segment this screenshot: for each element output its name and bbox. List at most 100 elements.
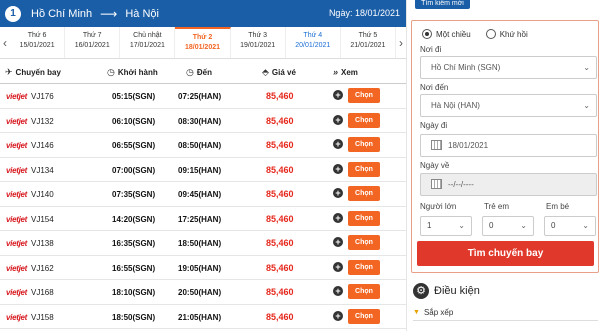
gear-icon: ⚙ <box>413 283 429 299</box>
choose-button[interactable]: Chọn <box>348 112 380 128</box>
one-way-radio[interactable]: Một chiều <box>422 29 471 39</box>
plus-icon[interactable]: + <box>333 163 343 174</box>
choose-button[interactable]: Chọn <box>348 235 380 250</box>
vietjet-logo: vietjet <box>6 141 28 150</box>
round-trip-radio[interactable]: Khứ hồi <box>485 29 528 39</box>
chevron-down-icon: ⌄ <box>583 63 590 72</box>
search-form: Một chiều Khứ hồi Nơi đi Hồ Chí Minh (SG… <box>411 20 599 273</box>
table-row: vietjet VJ140 07:35(SGN) 09:45(HAN) 85,460 + C… <box>0 182 406 207</box>
arrow-right-icon: ⟶ <box>100 6 118 21</box>
day-tab[interactable]: Thứ 4 20/01/2021 <box>286 27 341 58</box>
choose-button[interactable]: Chọn <box>348 161 380 177</box>
table-row: vietjet VJ132 06:10(SGN) 08:30(HAN) 85,460 + C… <box>0 109 406 133</box>
day-tab[interactable]: Thứ 5 21/01/2021 <box>341 27 396 58</box>
sort-toggle[interactable]: ▼ Sắp xếp <box>413 308 453 317</box>
infant-label: Em bé <box>546 202 570 211</box>
table-row: vietjet VJ154 14:20(SGN) 17:25(HAN) 85,460 + C… <box>0 207 406 231</box>
route-date: Ngày: 18/01/2021 <box>328 8 400 18</box>
conditions-header[interactable]: ⚙ Điều kiện <box>413 283 480 299</box>
header-arrive: ◷ Đến <box>186 67 212 77</box>
radio-checked-icon <box>422 29 432 39</box>
header-flight: ✈ Chuyến bay <box>5 67 61 77</box>
header-view: » Xem <box>333 67 358 77</box>
depart-label: Ngày đi <box>420 121 448 130</box>
vietjet-logo: vietjet <box>6 116 28 126</box>
chevron-down-icon: ⌄ <box>582 221 589 230</box>
new-search-tab[interactable]: Tìm kiếm mới <box>415 0 470 9</box>
plus-icon[interactable]: + <box>333 114 343 125</box>
plus-icon[interactable]: + <box>333 310 343 321</box>
table-row: vietjet VJ176 05:15(SGN) 07:25(HAN) 85,460 + C… <box>0 84 406 109</box>
depart-date-field[interactable]: 18/01/2021 <box>420 134 597 157</box>
table-row: vietjet VJ168 18:10(SGN) 20:50(HAN) 85,460 + C… <box>0 280 406 305</box>
day-tab[interactable]: Thứ 6 15/01/2021 <box>10 27 66 58</box>
chevron-right-icon[interactable]: › <box>396 27 406 58</box>
plus-icon[interactable]: + <box>333 139 343 149</box>
step-number: 1 <box>5 5 21 22</box>
plus-icon[interactable]: + <box>333 90 343 100</box>
plus-icon[interactable]: + <box>333 261 343 272</box>
table-row: vietjet VJ134 07:00(SGN) 09:15(HAN) 85,460 + C… <box>0 158 406 182</box>
choose-button[interactable]: Chọn <box>348 284 380 299</box>
vietjet-logo: vietjet <box>6 190 28 199</box>
table-row: vietjet VJ162 16:55(SGN) 19:05(HAN) 85,460 + C… <box>0 256 406 280</box>
choose-button[interactable]: Chọn <box>348 88 380 103</box>
route-destination: Hà Nội <box>125 7 159 20</box>
divider <box>413 320 598 321</box>
table-header: ✈ Chuyến bay ◷ Khởi hành ◷ Đến ⬘ Giá vé » Xem <box>0 60 406 84</box>
choose-button[interactable]: Chọn <box>348 259 380 275</box>
header-depart: ◷ Khởi hành <box>107 67 158 77</box>
vietjet-logo: vietjet <box>6 288 28 297</box>
child-select[interactable]: 0 ⌄ <box>482 216 534 236</box>
chevron-down-icon: ⌄ <box>458 221 465 230</box>
vietjet-logo: vietjet <box>6 263 28 273</box>
choose-button[interactable]: Chọn <box>348 210 380 226</box>
chevron-left-icon[interactable]: ‹ <box>0 27 10 58</box>
plane-icon: ✈ <box>5 67 13 77</box>
table-row: vietjet VJ146 06:55(SGN) 08:50(HAN) 85,460 + C… <box>0 133 406 158</box>
adult-label: Người lớn <box>420 202 457 211</box>
plus-icon[interactable]: + <box>333 237 343 247</box>
adult-select[interactable]: 1 ⌄ <box>420 216 472 236</box>
day-tab[interactable]: Chủ nhật 17/01/2021 <box>120 27 176 58</box>
calendar-icon <box>431 178 442 189</box>
clock-icon: ◷ <box>186 67 194 77</box>
plus-icon[interactable]: + <box>333 286 343 296</box>
vietjet-logo: vietjet <box>6 239 28 248</box>
child-label: Trẻ em <box>484 202 510 211</box>
search-flights-button[interactable]: Tìm chuyến bay <box>417 241 594 266</box>
from-label: Nơi đi <box>420 45 442 54</box>
day-tab[interactable]: Thứ 7 16/01/2021 <box>65 27 121 58</box>
flight-list: vietjet VJ176 05:15(SGN) 07:25(HAN) 85,460 + C… <box>0 84 406 329</box>
caret-down-icon: ▼ <box>413 309 420 316</box>
chevrons-down-icon: » <box>333 67 339 77</box>
calendar-icon <box>431 139 442 150</box>
route-bar: 1 Hồ Chí Minh ⟶ Hà Nội Ngày: 18/01/2021 <box>0 0 406 27</box>
results-panel: 1 Hồ Chí Minh ⟶ Hà Nội Ngày: 18/01/2021 … <box>0 0 406 331</box>
vietjet-logo: vietjet <box>6 214 28 224</box>
return-label: Ngày về <box>420 161 450 170</box>
choose-button[interactable]: Chọn <box>348 137 380 152</box>
day-tab-selected[interactable]: Thứ 2 18/01/2021 <box>175 27 231 58</box>
table-row: vietjet VJ138 16:35(SGN) 18:50(HAN) 85,460 + C… <box>0 231 406 256</box>
return-date-field[interactable]: --/--/---- <box>420 173 597 196</box>
chevron-down-icon: ⌄ <box>583 101 590 110</box>
vietjet-logo: vietjet <box>6 165 28 175</box>
to-select[interactable]: Hà Nội (HAN) ⌄ <box>420 94 597 117</box>
day-selector: ‹ Thứ 6 15/01/2021 Thứ 7 16/01/2021 Chủ nh… <box>0 27 406 59</box>
day-tab[interactable]: Thứ 3 19/01/2021 <box>231 27 286 58</box>
choose-button[interactable]: Chọn <box>348 186 380 201</box>
choose-button[interactable]: Chọn <box>348 308 380 324</box>
plus-icon[interactable]: + <box>333 212 343 223</box>
trip-type: Một chiều Khứ hồi <box>422 29 528 39</box>
tag-icon: ⬘ <box>262 67 269 77</box>
vietjet-logo: vietjet <box>6 312 28 322</box>
from-select[interactable]: Hồ Chí Minh (SGN) ⌄ <box>420 56 597 79</box>
header-price: ⬘ Giá vé <box>262 67 296 77</box>
table-row: vietjet VJ158 18:50(SGN) 21:05(HAN) 85,460 + C… <box>0 305 406 329</box>
clock-icon: ◷ <box>107 67 115 77</box>
plus-icon[interactable]: + <box>333 188 343 198</box>
route-origin: Hồ Chí Minh <box>31 7 93 20</box>
vietjet-logo: vietjet <box>6 92 28 101</box>
infant-select[interactable]: 0 ⌄ <box>544 216 596 236</box>
